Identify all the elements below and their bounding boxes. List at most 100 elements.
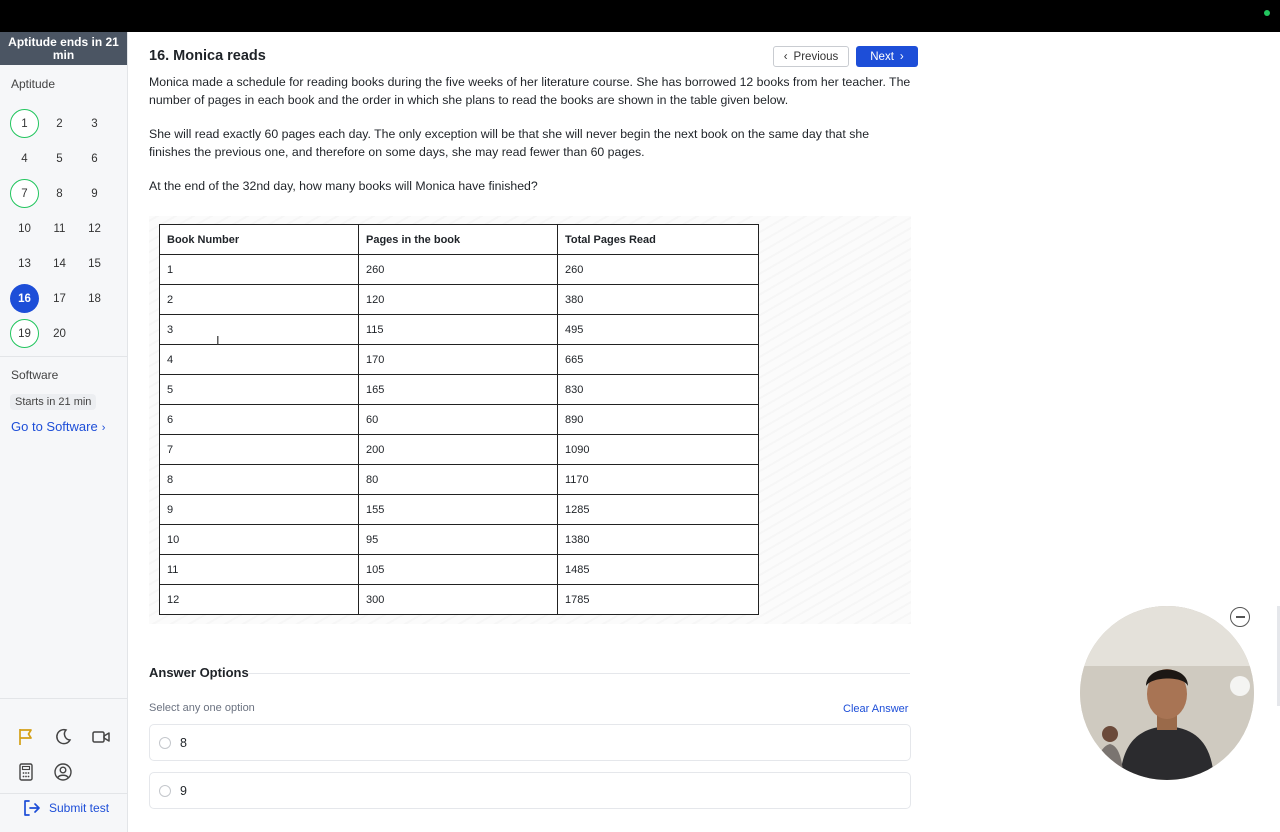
table-row: 6 60 890 — [159, 404, 759, 435]
table-row: 9 155 1285 — [159, 494, 759, 525]
table-cell: 105 — [358, 554, 558, 585]
sidebar-divider — [0, 793, 127, 794]
question-nav-4[interactable]: 4 — [10, 144, 39, 173]
section-label-aptitude: Aptitude — [11, 77, 56, 91]
table-cell: 1 — [159, 254, 359, 285]
question-nav-16[interactable]: 16 — [10, 284, 39, 313]
answer-option[interactable]: 9 — [149, 772, 911, 809]
table-cell: 665 — [557, 344, 759, 375]
table-header: Total Pages Read — [557, 224, 759, 255]
question-nav-6[interactable]: 6 — [80, 144, 109, 173]
table-cell: 3 — [159, 314, 359, 345]
question-nav-11[interactable]: 11 — [45, 214, 74, 243]
question-text: Monica made a schedule for reading books… — [149, 74, 911, 213]
answer-divider — [248, 673, 910, 674]
table-cell: 260 — [358, 254, 558, 285]
question-nav-12[interactable]: 12 — [80, 214, 109, 243]
table-cell: 120 — [358, 284, 558, 315]
question-image: Book Number Pages in the book Total Pages … — [149, 216, 911, 624]
table-row: 1 260 260 — [159, 254, 759, 285]
table-row: 11 105 1485 — [159, 554, 759, 585]
go-to-software-link[interactable]: Go to Software › — [11, 419, 105, 434]
calculator-icon[interactable] — [15, 761, 37, 783]
question-nav-17[interactable]: 17 — [45, 284, 74, 313]
software-status-badge: Starts in 21 min — [10, 394, 97, 410]
radio-button[interactable] — [159, 736, 171, 749]
table-cell: 1785 — [557, 584, 759, 615]
table-cell: 165 — [358, 374, 558, 405]
table-cell: 170 — [358, 344, 558, 375]
question-nav-10[interactable]: 10 — [10, 214, 39, 243]
text-cursor-icon: I — [216, 333, 220, 348]
table-cell: 2 — [159, 284, 359, 315]
table-cell: 1285 — [557, 494, 759, 525]
next-label: Next — [870, 50, 894, 63]
question-nav-19[interactable]: 19 — [10, 319, 39, 348]
table-cell: 380 — [557, 284, 759, 315]
table-row: 2 120 380 — [159, 284, 759, 315]
question-nav-7[interactable]: 7 — [10, 179, 39, 208]
table-cell: 11 — [159, 554, 359, 585]
question-nav-1[interactable]: 1 — [10, 109, 39, 138]
user-profile-icon[interactable] — [52, 761, 74, 783]
chevron-right-icon: › — [899, 50, 904, 63]
question-paragraph: She will read exactly 60 pages each day.… — [149, 127, 870, 159]
question-nav-5[interactable]: 5 — [45, 144, 74, 173]
submit-test-label: Submit test — [49, 801, 110, 815]
table-row: 4 170 665 — [159, 344, 759, 375]
question-nav-2[interactable]: 2 — [45, 109, 74, 138]
webcam-preview — [1080, 606, 1254, 780]
previous-label: Previous — [793, 50, 839, 63]
table-cell: 7 — [159, 434, 359, 465]
question-nav-13[interactable]: 13 — [10, 249, 39, 278]
sidebar-divider — [0, 698, 127, 699]
question-nav-18[interactable]: 18 — [80, 284, 109, 313]
table-cell: 200 — [358, 434, 558, 465]
question-nav-15[interactable]: 15 — [80, 249, 109, 278]
next-button[interactable]: Next › — [856, 46, 918, 67]
table-cell: 60 — [358, 404, 558, 435]
table-cell: 830 — [557, 374, 759, 405]
status-dot — [1264, 10, 1270, 16]
table-cell: 4 — [159, 344, 359, 375]
table-cell: 95 — [358, 524, 558, 555]
table-header: Pages in the book — [358, 224, 558, 255]
submit-test-button[interactable]: Submit test — [21, 798, 109, 818]
table-cell: 890 — [557, 404, 759, 435]
question-title: 16. Monica reads — [149, 48, 266, 64]
question-nav-3[interactable]: 3 — [80, 109, 109, 138]
table-cell: 10 — [159, 524, 359, 555]
select-hint: Select any one option — [149, 702, 255, 714]
answer-option-label: 8 — [180, 735, 187, 750]
table-header: Book Number — [159, 224, 359, 255]
minus-icon — [1235, 616, 1245, 618]
table-row: 8 80 1170 — [159, 464, 759, 495]
answer-options-heading: Answer Options — [149, 665, 249, 680]
answer-option-label: 9 — [180, 783, 187, 798]
previous-button[interactable]: ‹ Previous — [773, 46, 849, 67]
sidebar: Aptitude ends in 21 min Aptitude 1234567… — [0, 32, 128, 832]
question-nav-20[interactable]: 20 — [45, 319, 74, 348]
question-nav-9[interactable]: 9 — [80, 179, 109, 208]
question-grid: 1 2 3 4 5 6 7 8 9 10 11 12 13 14 15 16 17 18 19 20 — [10, 109, 120, 348]
table-row: 12 300 1785 — [159, 584, 759, 615]
video-camera-icon[interactable] — [90, 726, 112, 748]
question-nav-8[interactable]: 8 — [45, 179, 74, 208]
answer-option[interactable]: 8 — [149, 724, 911, 761]
table-cell: 300 — [358, 584, 558, 615]
table-cell: 155 — [358, 494, 558, 525]
radio-button[interactable] — [159, 784, 171, 797]
table-cell: 6 — [159, 404, 359, 435]
minimize-camera-button[interactable] — [1230, 607, 1250, 627]
clear-answer-button[interactable]: Clear Answer — [843, 703, 908, 715]
table-cell: 1380 — [557, 524, 759, 555]
question-nav-14[interactable]: 14 — [45, 249, 74, 278]
book-table: Book Number Pages in the book Total Pages … — [159, 224, 759, 615]
go-to-software-label: Go to Software — [11, 419, 98, 434]
question-paragraph: Monica made a schedule for reading books… — [149, 75, 911, 107]
question-prompt: At the end of the 32nd day, how many boo… — [149, 179, 538, 193]
table-cell: 80 — [358, 464, 558, 495]
flag-icon[interactable] — [15, 726, 37, 748]
section-label-software: Software — [11, 368, 59, 382]
moon-icon[interactable] — [52, 726, 74, 748]
